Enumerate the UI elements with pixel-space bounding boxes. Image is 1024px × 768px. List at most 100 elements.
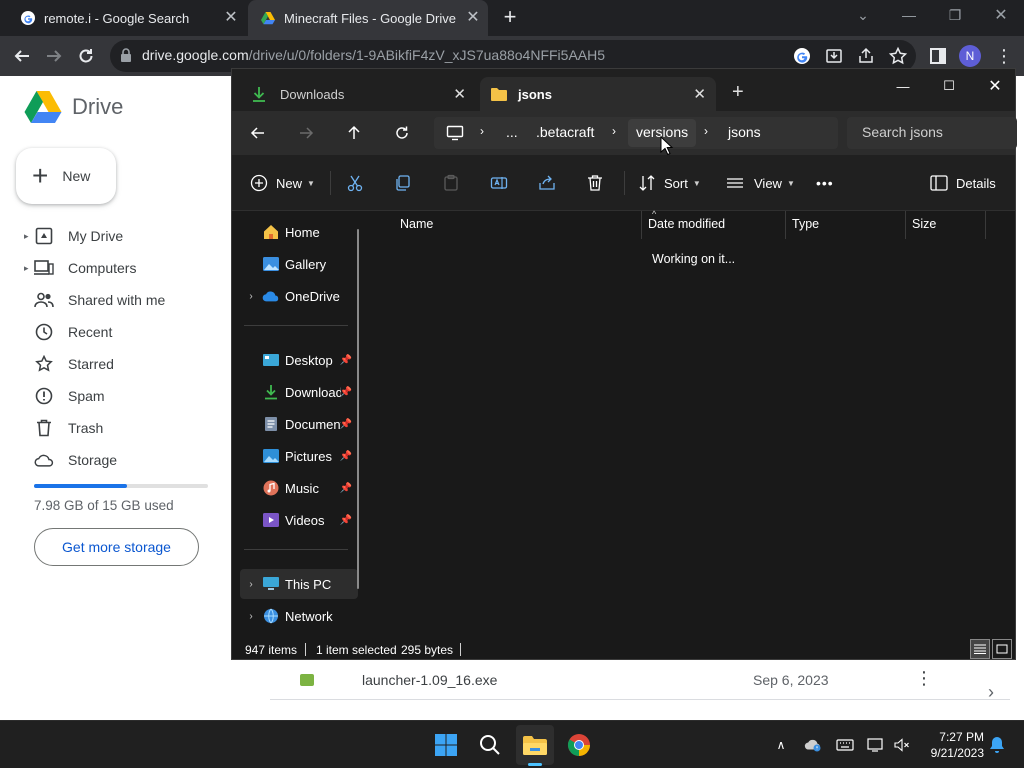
pin-icon[interactable]: 📌	[340, 387, 352, 398]
more-options-icon[interactable]: •••	[816, 171, 834, 195]
nav-item-home[interactable]: Home	[240, 217, 358, 247]
drive-nav-spam[interactable]: Spam	[24, 380, 105, 412]
pin-icon[interactable]: 📌	[340, 451, 352, 462]
close-icon[interactable]: ✕	[222, 9, 240, 27]
table-row[interactable]: launcher-1.09_16.exe Sep 6, 2023 ⋮	[270, 660, 1010, 700]
view-button[interactable]: View ▼	[726, 171, 795, 195]
nav-item-music[interactable]: Music 📌	[240, 473, 358, 503]
column-header-size[interactable]: Size	[906, 211, 986, 239]
rename-button[interactable]	[490, 171, 508, 195]
drive-nav-storage[interactable]: Storage	[24, 444, 117, 476]
new-item-button[interactable]: New ▼	[250, 171, 315, 195]
tray-overflow-chevron-icon[interactable]: ∧	[772, 737, 790, 753]
nav-item-network[interactable]: › Network	[240, 601, 358, 631]
close-window-icon[interactable]: ✕	[980, 73, 1010, 99]
copy-button[interactable]	[394, 171, 412, 195]
new-button[interactable]: + New	[16, 148, 116, 204]
nav-item-gallery[interactable]: Gallery	[240, 249, 358, 279]
chevron-right-icon[interactable]: ›	[240, 291, 262, 302]
nav-item-pictures[interactable]: Pictures 📌	[240, 441, 358, 471]
drive-nav-computers[interactable]: ▸ Computers	[24, 252, 136, 284]
column-header-name[interactable]: Name	[394, 211, 642, 239]
pin-icon[interactable]: 📌	[340, 355, 352, 366]
nav-item-desktop[interactable]: Desktop 📌	[240, 345, 358, 375]
chrome-menu-icon[interactable]: ⋮	[990, 42, 1018, 70]
delete-button[interactable]	[586, 171, 604, 195]
back-button[interactable]	[8, 42, 36, 70]
nav-item-videos[interactable]: Videos 📌	[240, 505, 358, 535]
minimize-icon[interactable]: —	[888, 73, 918, 99]
reload-button[interactable]	[72, 42, 100, 70]
drive-logo[interactable]: Drive	[24, 90, 123, 124]
taskbar-file-explorer[interactable]	[521, 731, 549, 759]
breadcrumb-betacraft[interactable]: .betacraft	[536, 124, 594, 140]
notifications-bell-icon[interactable]	[988, 737, 1006, 753]
share-icon[interactable]	[856, 46, 876, 66]
taskbar-clock[interactable]: 7:27 PM 9/21/2023	[918, 729, 984, 761]
chevron-right-icon[interactable]: ›	[988, 682, 994, 703]
start-button[interactable]	[432, 731, 460, 759]
nav-item-downloads[interactable]: Downloads 📌	[240, 377, 358, 407]
close-icon[interactable]: ✕	[693, 85, 706, 103]
chevron-right-icon[interactable]: ›	[240, 611, 262, 622]
side-panel-button[interactable]	[924, 42, 952, 70]
drive-nav-trash[interactable]: Trash	[24, 412, 103, 444]
drive-nav-my-drive[interactable]: ▸ My Drive	[24, 220, 123, 252]
explorer-tab-downloads[interactable]: Downloads ✕	[240, 77, 476, 111]
chrome-tab-google-drive[interactable]: Minecraft Files - Google Drive ✕	[248, 0, 488, 36]
explorer-refresh-button[interactable]	[390, 121, 414, 145]
drive-nav-recent[interactable]: Recent	[24, 316, 112, 348]
tab-search-icon[interactable]: ⌄	[848, 0, 878, 30]
expand-arrow-icon[interactable]: ▸	[24, 231, 34, 242]
volume-muted-icon[interactable]	[893, 737, 911, 753]
onedrive-status-icon[interactable]	[804, 737, 822, 753]
close-icon[interactable]: ✕	[464, 9, 482, 27]
keyboard-icon[interactable]	[836, 737, 854, 753]
close-icon[interactable]: ✕	[453, 85, 466, 103]
explorer-back-button[interactable]	[246, 121, 270, 145]
explorer-address-bar[interactable]: › ... .betacraft › versions › jsons	[434, 117, 838, 149]
nav-scrollbar[interactable]	[357, 229, 359, 589]
details-pane-button[interactable]: Details	[930, 171, 996, 195]
star-bookmark-icon[interactable]	[888, 46, 908, 66]
close-window-icon[interactable]: ✕	[986, 0, 1016, 30]
pin-icon[interactable]: 📌	[340, 483, 352, 494]
expand-arrow-icon[interactable]: ▸	[24, 263, 34, 274]
taskbar-search-button[interactable]	[476, 731, 504, 759]
breadcrumb-jsons[interactable]: jsons	[728, 124, 761, 140]
minimize-icon[interactable]: —	[894, 0, 924, 30]
details-view-button[interactable]	[970, 639, 990, 659]
more-actions-icon[interactable]: ⋮	[915, 668, 933, 689]
taskbar-chrome[interactable]	[565, 731, 593, 759]
google-lens-icon[interactable]	[792, 46, 812, 66]
drive-nav-shared[interactable]: Shared with me	[24, 284, 165, 316]
pin-icon[interactable]: 📌	[340, 419, 352, 430]
drive-nav-starred[interactable]: Starred	[24, 348, 114, 380]
pin-icon[interactable]: 📌	[340, 515, 352, 526]
explorer-forward-button[interactable]	[294, 121, 318, 145]
explorer-new-tab-button[interactable]: +	[732, 81, 744, 104]
network-status-icon[interactable]	[867, 737, 885, 753]
explorer-search-input[interactable]: Search jsons	[847, 117, 1017, 149]
chrome-tab-google-search[interactable]: remote.i - Google Search ✕	[8, 0, 246, 36]
chevron-right-icon[interactable]: ›	[240, 579, 262, 590]
share-button[interactable]	[538, 171, 556, 195]
restore-icon[interactable]: ❐	[940, 0, 970, 30]
paste-button[interactable]	[442, 171, 460, 195]
breadcrumb-overflow[interactable]: ...	[506, 124, 518, 140]
column-header-date-modified[interactable]: Date modified	[642, 211, 786, 239]
get-more-storage-button[interactable]: Get more storage	[34, 528, 199, 566]
maximize-icon[interactable]: ☐	[934, 73, 964, 99]
column-header-type[interactable]: Type	[786, 211, 906, 239]
profile-avatar[interactable]: N	[956, 42, 984, 70]
explorer-up-button[interactable]	[342, 121, 366, 145]
nav-item-onedrive[interactable]: › OneDrive	[240, 281, 358, 311]
explorer-tab-jsons[interactable]: jsons ✕	[480, 77, 716, 111]
new-tab-button[interactable]: +	[498, 6, 522, 30]
forward-button[interactable]	[40, 42, 68, 70]
sort-button[interactable]: Sort ▼	[638, 171, 701, 195]
nav-item-this-pc[interactable]: › This PC	[240, 569, 358, 599]
nav-item-documents[interactable]: Documents 📌	[240, 409, 358, 439]
tiles-view-button[interactable]	[992, 639, 1012, 659]
install-app-icon[interactable]	[824, 46, 844, 66]
